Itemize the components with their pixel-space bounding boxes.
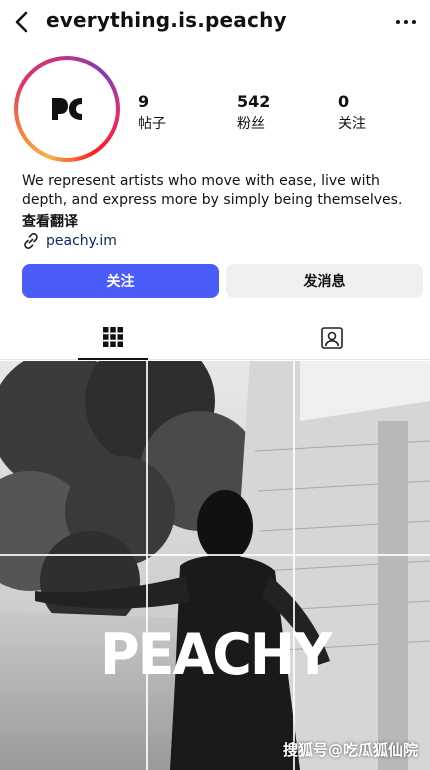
message-button[interactable]: 发消息 xyxy=(226,264,423,298)
post-image[interactable]: PEACHY 搜狐号@吃瓜狐仙院 xyxy=(0,361,430,770)
following-label: 关注 xyxy=(338,116,366,132)
post-photo-illustration xyxy=(0,361,430,770)
grid-icon xyxy=(103,327,123,347)
more-options-icon[interactable] xyxy=(394,10,418,34)
link-icon xyxy=(24,233,38,249)
story-ring[interactable] xyxy=(14,56,120,162)
stat-following[interactable]: 0 关注 xyxy=(338,92,366,133)
profile-link-text: peachy.im xyxy=(46,233,117,249)
back-arrow-icon[interactable] xyxy=(10,8,36,36)
avatar xyxy=(22,64,112,154)
profile-link[interactable]: peachy.im xyxy=(22,231,117,251)
posts-label: 帖子 xyxy=(138,116,166,132)
followers-count: 542 xyxy=(237,92,271,111)
tab-posts-grid[interactable] xyxy=(78,316,148,360)
profile-username: everything.is.peachy xyxy=(46,8,287,32)
profile-bio: We represent artists who move with ease,… xyxy=(22,173,403,208)
grid-divider xyxy=(0,554,430,556)
tab-tagged[interactable] xyxy=(297,316,367,360)
posts-count: 9 xyxy=(138,92,150,111)
following-count: 0 xyxy=(338,92,350,111)
profile-tabs xyxy=(0,316,430,360)
post-overlay-text: PEACHY xyxy=(100,621,332,688)
grid-divider xyxy=(146,361,148,770)
stat-followers[interactable]: 542 粉丝 xyxy=(237,92,270,133)
watermark-text: 搜狐号@吃瓜狐仙院 xyxy=(282,741,418,759)
grid-divider xyxy=(293,361,295,770)
see-translation-link[interactable]: 查看翻译 xyxy=(22,211,78,231)
tagged-person-icon xyxy=(321,327,343,349)
peachy-logo-icon xyxy=(52,98,82,120)
stat-posts[interactable]: 9 帖子 xyxy=(138,92,166,133)
top-bar: everything.is.peachy xyxy=(0,0,430,46)
followers-label: 粉丝 xyxy=(237,116,265,132)
follow-button[interactable]: 关注 xyxy=(22,264,219,298)
